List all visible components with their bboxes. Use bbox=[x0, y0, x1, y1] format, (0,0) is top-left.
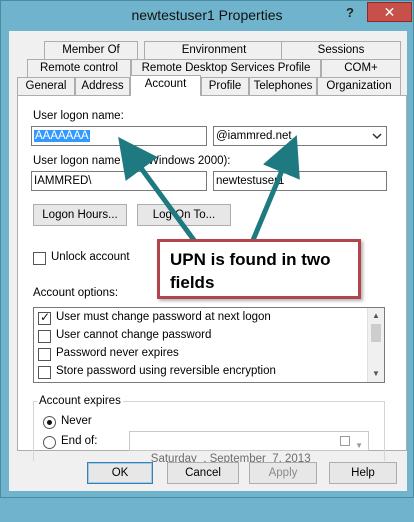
end-date-picker[interactable]: Saturday , September 7, 2013 ▼ bbox=[129, 431, 369, 465]
logon-name-value: AAAAAAA bbox=[34, 130, 90, 142]
tab-address[interactable]: Address bbox=[75, 77, 130, 95]
tab-general[interactable]: General bbox=[17, 77, 75, 95]
tab-organization[interactable]: Organization bbox=[317, 77, 401, 95]
list-item[interactable]: User cannot change password bbox=[36, 328, 366, 346]
cancel-button[interactable]: Cancel bbox=[167, 462, 239, 484]
option-label: Password never expires bbox=[56, 347, 179, 359]
tab-environment[interactable]: Environment bbox=[144, 41, 284, 59]
pre2000-domain-field[interactable]: IAMMRED\ bbox=[31, 171, 207, 191]
tab-remote-control[interactable]: Remote control bbox=[27, 59, 131, 77]
pre2000-label: User logon name (pre-Windows 2000): bbox=[33, 155, 231, 167]
end-of-label: End of: bbox=[61, 435, 98, 447]
option-checkbox-cannot-change[interactable] bbox=[38, 330, 51, 343]
list-item[interactable]: Store password using reversible encrypti… bbox=[36, 364, 366, 382]
tab-sessions[interactable]: Sessions bbox=[281, 41, 401, 59]
never-radio[interactable] bbox=[43, 416, 56, 429]
title-bar[interactable]: newtestuser1 Properties ? ✕ bbox=[1, 1, 413, 31]
upn-suffix-select[interactable]: @iammred.net bbox=[213, 126, 387, 146]
help-button[interactable]: Help bbox=[329, 462, 397, 484]
logon-name-label: User logon name: bbox=[33, 110, 124, 122]
apply-button[interactable]: Apply bbox=[249, 462, 317, 484]
list-item[interactable]: User must change password at next logon bbox=[36, 310, 366, 328]
upn-callout: UPN is found in two fields bbox=[157, 239, 361, 299]
option-checkbox-reversible-encryption[interactable] bbox=[38, 366, 51, 379]
option-label: User must change password at next logon bbox=[56, 311, 271, 323]
unlock-account-label: Unlock account bbox=[51, 251, 130, 263]
pre2000-username-input[interactable]: newtestuser1 bbox=[213, 171, 387, 191]
upn-suffix-value: @iammred.net bbox=[216, 130, 292, 142]
help-title-button[interactable]: ? bbox=[337, 3, 363, 23]
tab-com-plus[interactable]: COM+ bbox=[321, 59, 401, 77]
logon-name-input[interactable]: AAAAAAA bbox=[31, 126, 207, 146]
scroll-up-icon[interactable]: ▲ bbox=[370, 310, 382, 322]
properties-window: newtestuser1 Properties ? ✕ Member Of En… bbox=[0, 0, 414, 498]
end-of-radio[interactable] bbox=[43, 436, 56, 449]
option-label: Store password using reversible encrypti… bbox=[56, 365, 276, 377]
list-item[interactable]: Password never expires bbox=[36, 346, 366, 364]
scroll-thumb[interactable] bbox=[371, 324, 381, 342]
tab-telephones[interactable]: Telephones bbox=[249, 77, 317, 95]
scroll-down-icon[interactable]: ▼ bbox=[370, 368, 382, 380]
tab-profile[interactable]: Profile bbox=[201, 77, 249, 95]
chevron-down-icon bbox=[372, 133, 382, 140]
chevron-down-icon[interactable]: ▼ bbox=[355, 437, 363, 455]
callout-text: UPN is found in two fields bbox=[170, 250, 331, 292]
tab-account[interactable]: Account bbox=[130, 75, 201, 96]
account-options-list[interactable]: User must change password at next logon … bbox=[33, 307, 385, 383]
log-on-to-button[interactable]: Log On To... bbox=[137, 204, 231, 226]
close-button[interactable]: ✕ bbox=[367, 2, 412, 22]
calendar-icon[interactable] bbox=[340, 436, 350, 446]
unlock-account-checkbox[interactable] bbox=[33, 252, 46, 265]
option-label: User cannot change password bbox=[56, 329, 212, 341]
never-label: Never bbox=[61, 415, 92, 427]
account-options-label: Account options: bbox=[33, 287, 119, 299]
options-scrollbar[interactable]: ▲ ▼ bbox=[367, 308, 384, 382]
logon-hours-button[interactable]: Logon Hours... bbox=[33, 204, 127, 226]
option-checkbox-never-expires[interactable] bbox=[38, 348, 51, 361]
option-checkbox-must-change[interactable] bbox=[38, 310, 51, 325]
ok-button[interactable]: OK bbox=[87, 462, 153, 484]
tab-member-of[interactable]: Member Of bbox=[44, 41, 138, 59]
account-expires-label: Account expires bbox=[37, 395, 123, 407]
